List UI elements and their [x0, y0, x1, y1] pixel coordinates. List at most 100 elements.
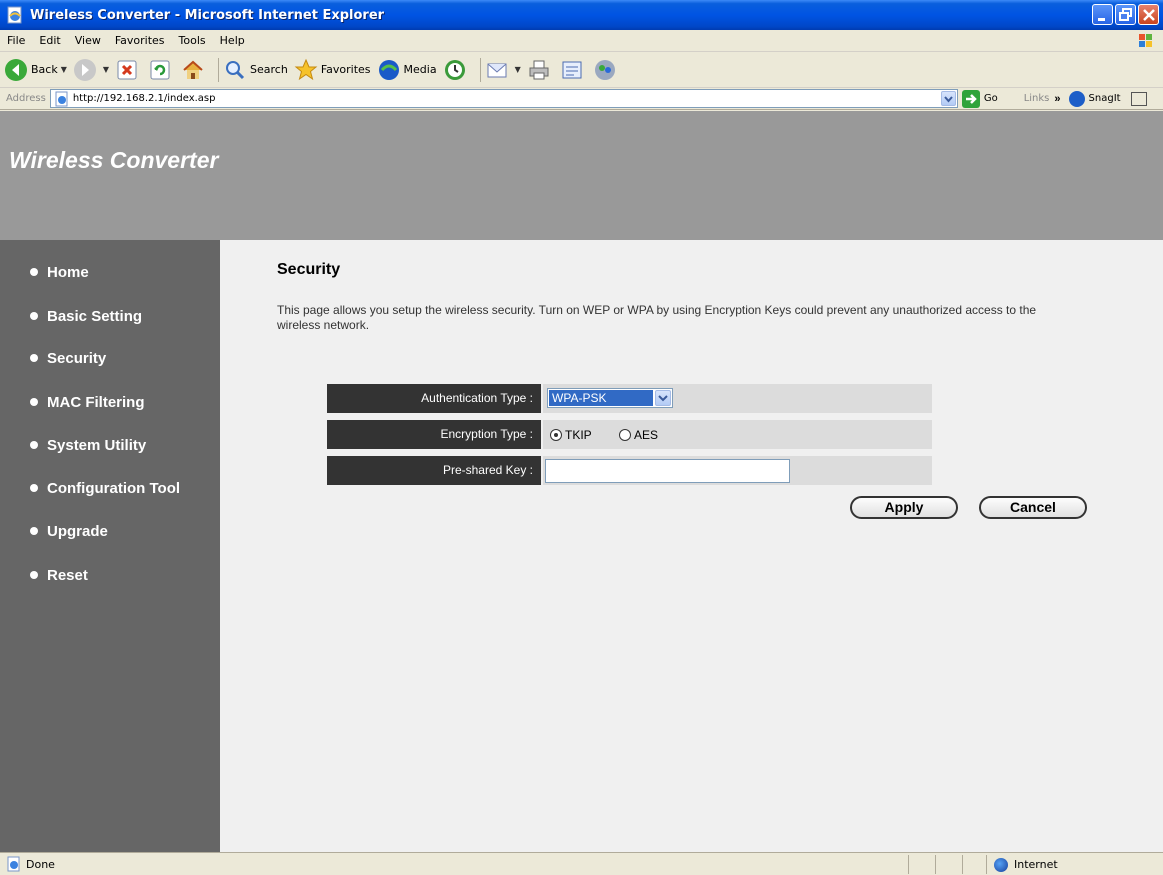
browser-toolbar: Back ▼ ▼ Search Favorites Media ▼ — [0, 52, 1163, 88]
history-button[interactable] — [443, 55, 470, 85]
sidebar-item-label: Security — [47, 349, 107, 367]
encryption-type-cell: TKIP AES — [543, 420, 932, 449]
address-url: http://192.168.2.1/index.asp — [72, 93, 216, 104]
encryption-type-label: Encryption Type : — [327, 420, 541, 449]
maximize-button[interactable] — [1115, 4, 1136, 25]
forward-button[interactable]: ▼ — [73, 55, 109, 85]
cancel-button[interactable]: Cancel — [979, 496, 1087, 519]
back-label: Back — [31, 63, 58, 76]
brand-title: Wireless Converter — [9, 147, 219, 173]
edit-button[interactable] — [560, 55, 587, 85]
window-title-bar[interactable]: Wireless Converter - Microsoft Internet … — [0, 0, 1163, 30]
close-button[interactable] — [1138, 4, 1159, 25]
minimize-button[interactable] — [1092, 4, 1113, 25]
radio-aes-label: AES — [634, 427, 659, 442]
favorites-label: Favorites — [320, 63, 371, 76]
radio-tkip-label: TKIP — [565, 427, 592, 442]
ie-page-icon — [6, 856, 22, 872]
edit-page-icon — [560, 58, 584, 82]
encryption-type-row: Encryption Type : TKIP AES — [327, 420, 932, 450]
links-chevron[interactable]: » — [1054, 93, 1060, 105]
printer-icon — [527, 58, 551, 82]
page-title: Security — [277, 261, 341, 278]
go-button[interactable]: Go — [961, 89, 998, 108]
go-arrow-icon — [961, 89, 980, 108]
menu-edit[interactable]: Edit — [32, 34, 67, 47]
page-description: This page allows you setup the wireless … — [277, 303, 1037, 332]
chevron-down-icon[interactable] — [655, 390, 671, 406]
authentication-type-row: Authentication Type : WPA-PSK — [327, 384, 932, 414]
menu-file[interactable]: File — [0, 34, 32, 47]
mail-button[interactable]: ▼ — [485, 55, 521, 85]
sidebar-item-label: Configuration Tool — [47, 479, 181, 497]
back-arrow-icon — [4, 58, 28, 82]
address-dropdown-icon[interactable] — [940, 91, 956, 106]
go-label: Go — [983, 93, 998, 104]
stop-button[interactable] — [115, 55, 142, 85]
address-input[interactable]: http://192.168.2.1/index.asp — [49, 89, 958, 108]
links-label[interactable]: Links — [1024, 93, 1050, 104]
menu-favorites[interactable]: Favorites — [108, 34, 172, 47]
authentication-type-select[interactable]: WPA-PSK — [547, 388, 673, 408]
forward-arrow-icon — [73, 58, 97, 82]
refresh-button[interactable] — [148, 55, 175, 85]
search-label: Search — [250, 63, 288, 76]
bullet-icon — [30, 441, 38, 449]
home-icon — [181, 58, 205, 82]
authentication-type-label: Authentication Type : — [327, 384, 541, 413]
address-bar: Address http://192.168.2.1/index.asp Go … — [0, 88, 1163, 110]
menu-view[interactable]: View — [68, 34, 108, 47]
sidebar-item-upgrade[interactable]: Upgrade — [0, 516, 220, 546]
apply-button[interactable]: Apply — [850, 496, 958, 519]
chevron-down-icon[interactable]: ▼ — [103, 65, 109, 74]
radio-aes-button[interactable] — [619, 428, 631, 441]
toolbar-separator — [479, 57, 481, 82]
ie-page-icon — [54, 91, 70, 107]
media-icon — [377, 58, 401, 82]
sidebar-item-mac-filtering[interactable]: MAC Filtering — [0, 387, 220, 417]
home-button[interactable] — [181, 55, 208, 85]
chevron-down-icon[interactable]: ▼ — [61, 65, 67, 74]
authentication-type-cell: WPA-PSK — [543, 384, 932, 413]
bullet-icon — [30, 268, 38, 276]
sidebar-item-system-utility[interactable]: System Utility — [0, 430, 220, 460]
main-content: Security This page allows you setup the … — [220, 240, 1163, 852]
sidebar-item-basic-setting[interactable]: Basic Setting — [0, 301, 220, 331]
media-label: Media — [403, 63, 437, 76]
globe-icon — [994, 857, 1008, 872]
menu-help[interactable]: Help — [213, 34, 252, 47]
header-banner: Wireless Converter — [0, 111, 1163, 240]
back-button[interactable]: Back ▼ — [4, 55, 67, 85]
stop-icon — [115, 58, 139, 82]
snagit-icon — [1068, 90, 1085, 107]
media-button[interactable]: Media — [377, 55, 437, 85]
status-pane-divider — [986, 855, 987, 874]
address-label: Address — [6, 93, 46, 104]
search-button[interactable]: Search — [223, 55, 288, 85]
sidebar-item-home[interactable]: Home — [0, 257, 220, 287]
chevron-down-icon[interactable]: ▼ — [515, 65, 521, 74]
sidebar-item-configuration-tool[interactable]: Configuration Tool — [0, 473, 220, 503]
sidebar-item-label: Upgrade — [47, 522, 108, 540]
menu-bar: File Edit View Favorites Tools Help — [0, 30, 1163, 52]
pre-shared-key-input[interactable] — [545, 459, 790, 483]
ie-page-icon — [6, 6, 24, 24]
windows-logo-icon — [1135, 32, 1157, 50]
sidebar-item-reset[interactable]: Reset — [0, 560, 220, 590]
snagit-window-icon[interactable] — [1130, 91, 1147, 106]
messenger-button[interactable] — [593, 55, 620, 85]
status-pane-divider — [908, 855, 909, 874]
sidebar-item-label: Reset — [47, 566, 88, 584]
snagit-button[interactable]: SnagIt — [1068, 90, 1121, 107]
menu-tools[interactable]: Tools — [172, 34, 213, 47]
favorites-button[interactable]: Favorites — [294, 55, 371, 85]
radio-tkip[interactable]: TKIP — [550, 420, 592, 449]
refresh-icon — [148, 58, 172, 82]
sidebar-nav: Home Basic Setting Security MAC Filterin… — [0, 240, 220, 852]
radio-aes[interactable]: AES — [619, 420, 658, 449]
sidebar-item-label: Home — [47, 263, 89, 281]
radio-tkip-button[interactable] — [550, 428, 562, 441]
bullet-icon — [30, 571, 38, 579]
print-button[interactable] — [527, 55, 554, 85]
sidebar-item-security[interactable]: Security — [0, 343, 220, 373]
